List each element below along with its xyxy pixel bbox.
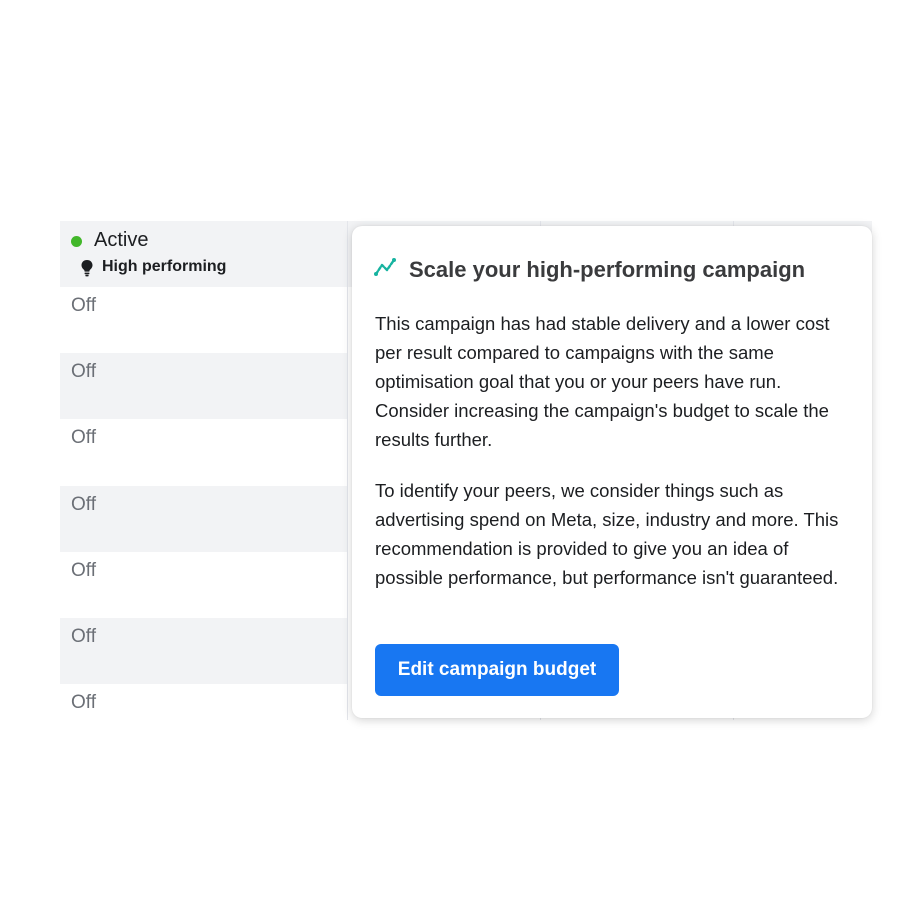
trend-up-icon <box>374 258 396 276</box>
table-row[interactable]: Off <box>60 684 347 720</box>
popover-peers-note: To identify your peers, we consider thin… <box>375 480 839 588</box>
status-label: Off <box>71 361 96 382</box>
table-row[interactable]: Off <box>60 486 347 552</box>
table-row[interactable]: Off <box>60 419 347 485</box>
status-dot-icon <box>71 236 82 247</box>
popover-description: This campaign has had stable delivery an… <box>375 313 830 450</box>
status-label: Off <box>71 295 96 316</box>
high-performing-badge[interactable]: High performing <box>102 258 226 276</box>
status-label: Active <box>94 229 149 251</box>
status-label: Off <box>71 626 96 647</box>
lightbulb-icon <box>81 260 93 277</box>
popover-title: Scale your high-performing campaign <box>409 257 806 282</box>
status-label: Off <box>71 692 96 713</box>
status-label: Off <box>71 560 96 581</box>
edit-campaign-budget-button[interactable]: Edit campaign budget <box>375 644 619 696</box>
recommendation-popover: Scale your high-performing campaign This… <box>352 226 872 718</box>
status-label: Off <box>71 494 96 515</box>
table-row-active[interactable]: Active High performing <box>60 221 347 287</box>
table-row[interactable]: Off <box>60 353 347 419</box>
delivery-column: Active High performing Off Off Off Off O… <box>60 221 347 720</box>
table-row[interactable]: Off <box>60 552 347 618</box>
column-divider <box>347 221 348 720</box>
table-row[interactable]: Off <box>60 618 347 684</box>
status-label: Off <box>71 427 96 448</box>
table-row[interactable]: Off <box>60 287 347 353</box>
